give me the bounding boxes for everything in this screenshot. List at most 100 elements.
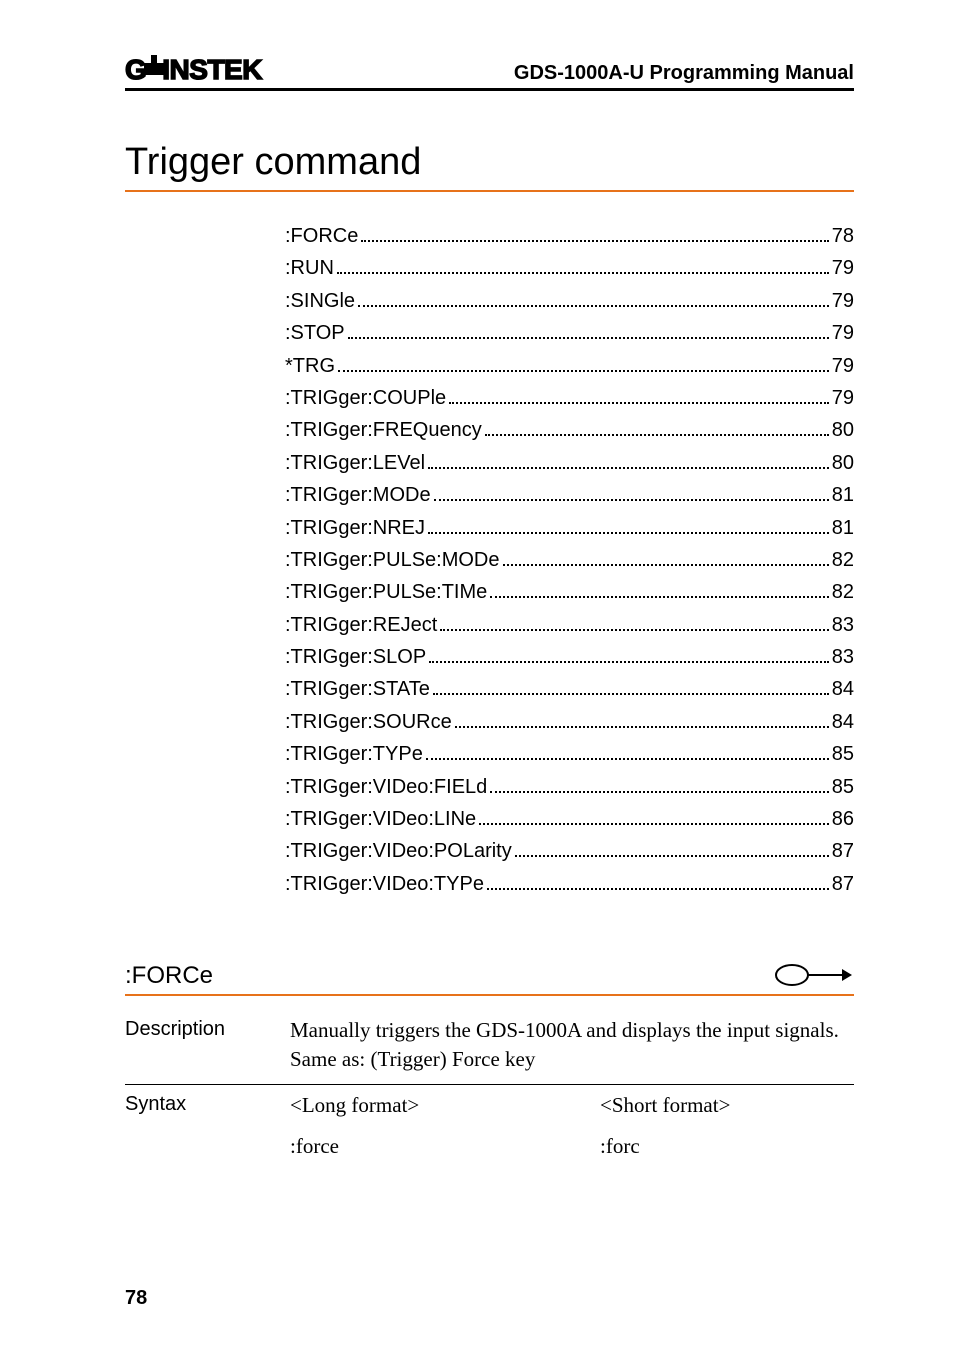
toc-row: :TRIGger:VIDeo:TYPe 87	[285, 868, 854, 900]
long-format-header: <Long format>	[290, 1085, 600, 1127]
toc-page: 79	[832, 317, 854, 349]
section-title: Trigger command	[125, 141, 854, 192]
toc-row: :TRIGger:REJect 83	[285, 609, 854, 641]
table-row: Syntax <Long format> <Short format>	[125, 1085, 854, 1127]
description-line-2: Same as: (Trigger) Force key	[290, 1047, 854, 1072]
toc-label: *TRG	[285, 350, 335, 382]
toc-label: :TRIGger:NREJ	[285, 512, 425, 544]
toc-dots	[428, 532, 829, 534]
toc-row: :TRIGger:TYPe 85	[285, 738, 854, 770]
pin-icon	[144, 55, 164, 84]
toc-row: :SINGle 79	[285, 285, 854, 317]
toc-row: :TRIGger:VIDeo:FIELd 85	[285, 771, 854, 803]
toc-dots	[440, 629, 828, 631]
toc-label: :TRIGger:COUPle	[285, 382, 446, 414]
toc-row: :TRIGger:COUPle 79	[285, 382, 854, 414]
toc-dots	[338, 370, 829, 372]
toc-label: :TRIGger:MODe	[285, 479, 431, 511]
toc-page: 85	[832, 771, 854, 803]
toc-page: 87	[832, 835, 854, 867]
toc-page: 83	[832, 609, 854, 641]
toc-page: 81	[832, 512, 854, 544]
toc-page: 87	[832, 868, 854, 900]
toc-label: :FORCe	[285, 220, 358, 252]
toc-page: 78	[832, 220, 854, 252]
toc-page: 79	[832, 252, 854, 284]
toc-dots	[348, 337, 829, 339]
page-number: 78	[125, 1287, 147, 1310]
toc-dots	[337, 272, 829, 274]
toc-dots	[429, 661, 829, 663]
manual-title: GDS-1000A-U Programming Manual	[514, 62, 854, 85]
command-heading-row: :FORCe	[125, 960, 854, 996]
toc-dots	[485, 434, 829, 436]
toc-page: 85	[832, 738, 854, 770]
toc-row: :TRIGger:STATe 84	[285, 673, 854, 705]
toc-row: :TRIGger:PULSe:TIMe 82	[285, 576, 854, 608]
long-format-value: :force	[290, 1126, 600, 1167]
toc-label: :TRIGger:REJect	[285, 609, 437, 641]
toc-row: :TRIGger:VIDeo:POLarity 87	[285, 835, 854, 867]
toc-row: *TRG 79	[285, 350, 854, 382]
toc-page: 83	[832, 641, 854, 673]
toc-label: :TRIGger:PULSe:TIMe	[285, 576, 487, 608]
toc-row: :TRIGger:LEVel80	[285, 447, 854, 479]
short-format-header: <Short format>	[600, 1085, 854, 1127]
toc-page: 79	[832, 285, 854, 317]
toc-row: :TRIGger:NREJ 81	[285, 512, 854, 544]
toc-label: :TRIGger:SOURce	[285, 706, 452, 738]
brand-prefix: G	[125, 54, 146, 85]
toc-dots	[426, 758, 829, 760]
command-table: Description Manually triggers the GDS-10…	[125, 1010, 854, 1167]
description-value: Manually triggers the GDS-1000A and disp…	[290, 1010, 854, 1085]
toc-label: :TRIGger:VIDeo:TYPe	[285, 868, 484, 900]
toc-dots	[515, 855, 829, 857]
toc-page: 81	[832, 479, 854, 511]
toc-dots	[490, 791, 828, 793]
toc-dots	[434, 499, 829, 501]
toc-dots	[433, 693, 829, 695]
toc-page: 79	[832, 382, 854, 414]
toc-page: 86	[832, 803, 854, 835]
toc-label: :TRIGger:VIDeo:FIELd	[285, 771, 487, 803]
toc-label: :TRIGger:VIDeo:POLarity	[285, 835, 512, 867]
toc-label: :STOP	[285, 317, 345, 349]
toc-dots	[479, 823, 829, 825]
toc-row: :TRIGger:VIDeo:LINe 86	[285, 803, 854, 835]
description-label: Description	[125, 1010, 290, 1085]
toc-dots	[428, 467, 829, 469]
table-row: Description Manually triggers the GDS-10…	[125, 1010, 854, 1085]
toc-page: 82	[832, 576, 854, 608]
table-of-contents: :FORCe78:RUN79:SINGle79:STOP79*TRG79:TRI…	[125, 220, 854, 900]
toc-row: :TRIGger:FREQuency 80	[285, 414, 854, 446]
toc-label: :TRIGger:LEVel	[285, 447, 425, 479]
toc-row: :FORCe 78	[285, 220, 854, 252]
toc-dots	[487, 888, 829, 890]
syntax-label: Syntax	[125, 1085, 290, 1168]
brand-logo: G INSTEK	[125, 54, 262, 86]
toc-label: :TRIGger:SLOP	[285, 641, 426, 673]
toc-label: :TRIGger:PULSe:MODe	[285, 544, 500, 576]
toc-label: :TRIGger:FREQuency	[285, 414, 482, 446]
set-icon	[774, 960, 854, 990]
toc-row: :TRIGger:SLOP 83	[285, 641, 854, 673]
toc-label: :SINGle	[285, 285, 355, 317]
toc-dots	[361, 240, 828, 242]
short-format-value: :forc	[600, 1126, 854, 1167]
brand-suffix: INSTEK	[162, 54, 262, 85]
toc-row: :STOP 79	[285, 317, 854, 349]
toc-page: 80	[832, 414, 854, 446]
toc-row: :RUN 79	[285, 252, 854, 284]
page-header: G INSTEK GDS-1000A-U Programming Manual	[125, 54, 854, 91]
command-name: :FORCe	[125, 962, 213, 990]
toc-label: :TRIGger:TYPe	[285, 738, 423, 770]
toc-page: 84	[832, 673, 854, 705]
description-line-1: Manually triggers the GDS-1000A and disp…	[290, 1018, 854, 1043]
toc-page: 84	[832, 706, 854, 738]
toc-dots	[455, 726, 829, 728]
toc-dots	[449, 402, 829, 404]
toc-page: 79	[832, 350, 854, 382]
toc-label: :TRIGger:STATe	[285, 673, 430, 705]
toc-label: :TRIGger:VIDeo:LINe	[285, 803, 476, 835]
toc-label: :RUN	[285, 252, 334, 284]
